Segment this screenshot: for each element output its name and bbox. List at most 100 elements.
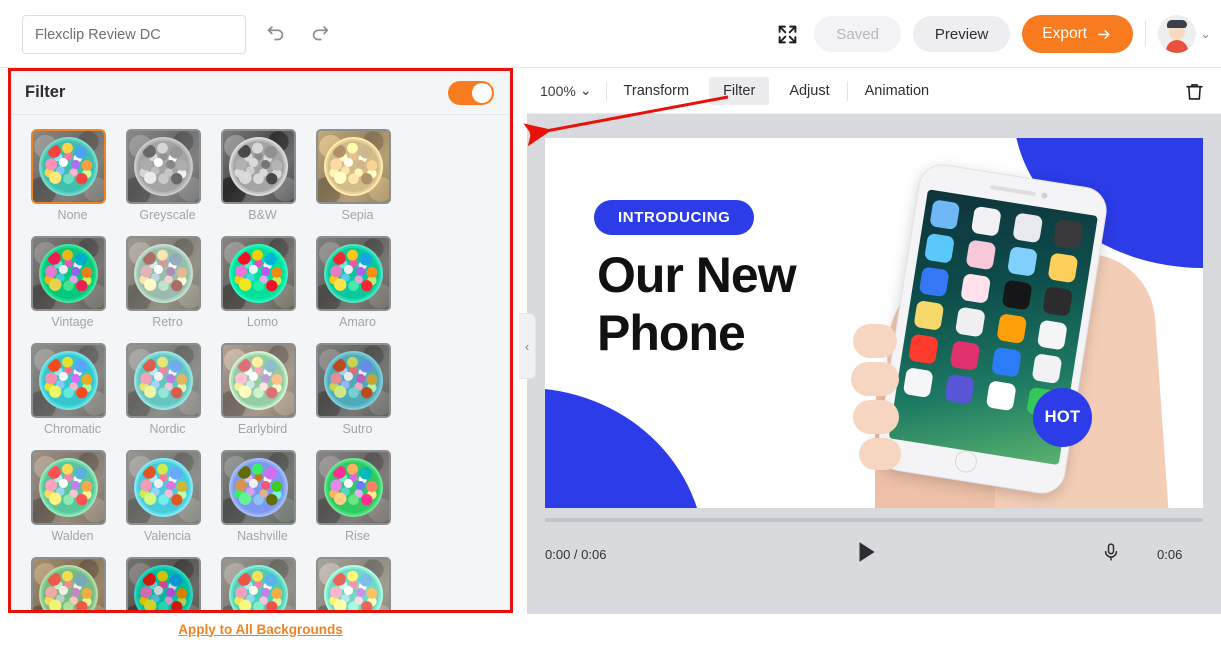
filter-thumbnail [126,129,201,204]
filter-item-earlybird[interactable]: Earlybird [221,343,316,436]
filter-grid: None Greyscale B&W Sepia Vintage Retro Lomo Ama… [31,129,501,610]
tab-adjust[interactable]: Adjust [775,77,843,105]
phone-app-icon [959,272,991,304]
video-stage[interactable]: INTRODUCING Our New Phone HOT [545,138,1203,508]
expand-arrows-icon [778,25,797,43]
phone-app-icon [949,340,981,372]
player-controls: 0:00 / 0:06 0:06 [527,532,1221,576]
flexclip-editor-window: Saved Preview Export ⌄ Filter NoneGr [0,0,1221,645]
zoom-level-value: 100% [540,82,576,99]
tab-transform[interactable]: Transform [610,77,704,105]
filter-item-nordic[interactable]: Nordic [126,343,221,436]
filter-item-chromatic[interactable]: Chromatic [31,343,126,436]
phone-app-icon [1047,252,1079,284]
filter-item-b-w[interactable]: B&W [221,129,316,222]
filter-label: Nordic [149,422,186,436]
filter-item-retro[interactable]: Retro [126,236,221,329]
filter-item-nashville[interactable]: Nashville [221,450,316,543]
phone-app-grid [902,199,1090,418]
voiceover-button[interactable] [1101,540,1121,569]
filter-label: None [57,208,88,222]
filter-thumbnail [316,450,391,525]
hot-badge: HOT [1033,388,1092,447]
filter-panel-title: Filter [25,83,66,101]
divider [605,80,607,101]
arrow-right-icon [1098,29,1110,39]
phone-app-icon [924,232,955,264]
panel-collapse-handle[interactable]: ‹ [519,313,536,379]
play-button[interactable] [853,538,879,571]
phone-app-icon [902,367,934,399]
export-label: Export [1042,25,1088,42]
filter-thumbnail [221,450,296,525]
filter-thumbnail [316,236,391,311]
phone-app-icon [995,313,1027,344]
account-menu[interactable]: ⌄ [1158,15,1211,53]
undo-redo-group [262,20,334,48]
filter-item-sepia[interactable]: Sepia [316,129,411,222]
filter-list-scroll[interactable]: None Greyscale B&W Sepia Vintage Retro Lomo Ama… [11,115,510,610]
filter-item-amaro[interactable]: Amaro [316,236,411,329]
redo-icon [312,26,329,41]
preview-button[interactable]: Preview [912,16,1011,52]
filter-item-food[interactable]: Food [221,557,316,610]
filter-panel-header: Filter [11,71,510,115]
filter-label: Earlybird [237,422,288,436]
phone-app-icon [990,346,1022,378]
filter-label: Vintage [51,315,94,329]
filter-label: Greyscale [139,208,196,222]
canvas-area: INTRODUCING Our New Phone HOT 0:00 / 0:0… [527,114,1221,614]
phone-app-icon [943,373,975,405]
fullscreen-button[interactable] [772,19,802,49]
divider [846,80,848,101]
filter-item-rise[interactable]: Rise [316,450,411,543]
filter-item-lomo[interactable]: Lomo [221,236,316,329]
phone-app-icon [1031,353,1063,385]
undo-button[interactable] [262,20,290,48]
apply-all-row: Apply to All Backgrounds [8,613,513,645]
filter-label: Sepia [341,208,374,222]
zoom-level-select[interactable]: 100% ⌄ [540,82,592,99]
filter-item-scenery[interactable]: Scenery [126,557,221,610]
playback-progress-bar[interactable] [545,518,1203,522]
filter-label: Amaro [339,315,376,329]
redo-button[interactable] [306,20,334,48]
top-bar: Saved Preview Export ⌄ [0,0,1221,68]
filter-thumbnail [221,129,296,204]
headline-line-1: Our New [597,247,797,303]
phone-app-icon [1001,279,1033,311]
filter-item-flash[interactable]: Flash [316,557,411,610]
filter-item-none[interactable]: None [31,129,126,222]
tab-filter[interactable]: Filter [709,76,770,105]
microphone-icon [1104,542,1118,561]
apply-to-all-backgrounds-link[interactable]: Apply to All Backgrounds [178,622,343,637]
editor-area: 100% ⌄ Transform Filter Adjust Animation [527,68,1221,645]
phone-app-icon [970,205,1002,237]
delete-button[interactable] [1184,80,1205,108]
filter-item-vintage[interactable]: Vintage [31,236,126,329]
filter-thumbnail [221,557,296,610]
phone-app-icon [913,300,945,331]
filter-item-valencia[interactable]: Valencia [126,450,221,543]
phone-app-icon [965,239,997,271]
filter-label: Nashville [237,529,288,543]
filter-item-greyscale[interactable]: Greyscale [126,129,221,222]
filter-item-sutro[interactable]: Sutro [316,343,411,436]
introducing-badge: INTRODUCING [594,200,755,235]
saved-status-button[interactable]: Saved [814,16,901,52]
trash-icon [1186,84,1203,100]
editor-tab-bar: 100% ⌄ Transform Filter Adjust Animation [527,68,1221,114]
headline-line-2: Phone [597,305,746,361]
filter-thumbnail [126,450,201,525]
chevron-left-icon: ‹ [524,338,530,354]
filter-item-epic[interactable]: Epic [31,557,126,610]
export-button[interactable]: Export [1022,15,1134,53]
project-title-input[interactable] [22,15,246,54]
decor-shape-bottom-left [545,388,705,508]
phone-app-icon [929,199,961,231]
filter-thumbnail [126,557,201,610]
tab-animation[interactable]: Animation [851,77,943,105]
filter-thumbnail [126,343,201,418]
filter-item-walden[interactable]: Walden [31,450,126,543]
filter-enable-toggle[interactable] [448,80,494,105]
